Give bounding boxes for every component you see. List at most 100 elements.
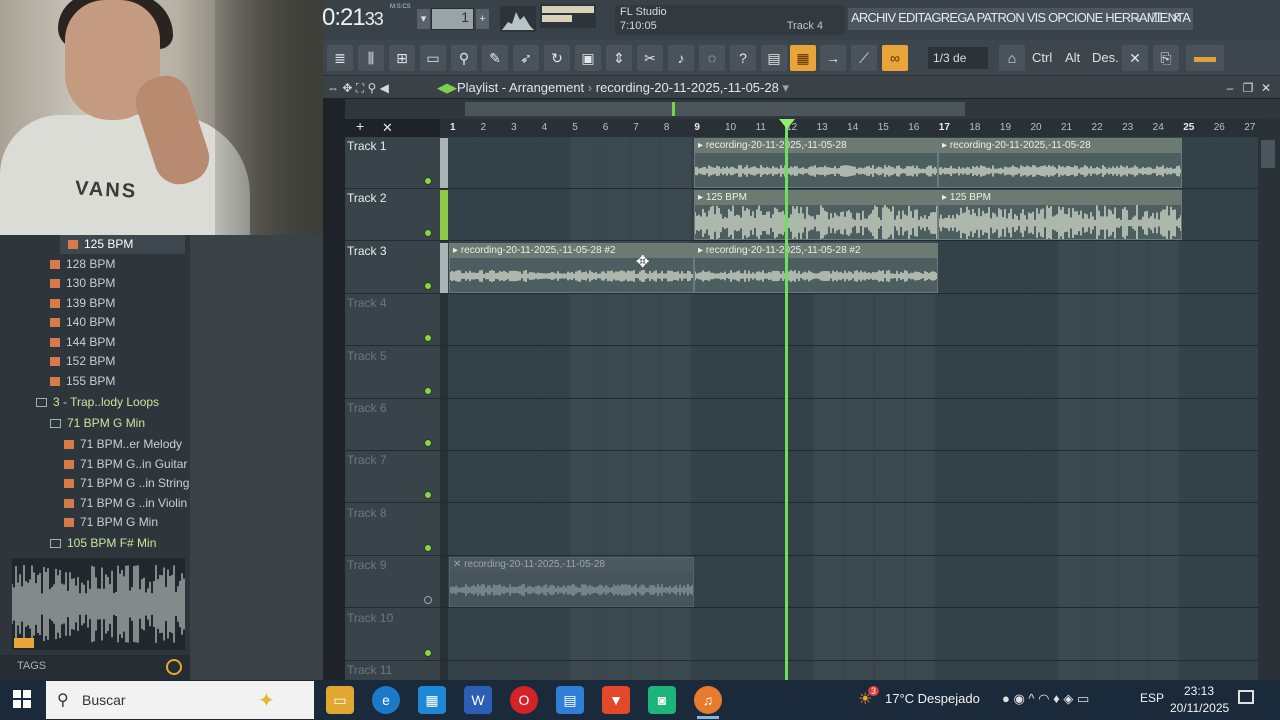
- windows-start-icon[interactable]: [13, 690, 31, 708]
- window-icon[interactable]: ▤: [761, 45, 787, 71]
- browser-file[interactable]: 144 BPM: [50, 333, 115, 352]
- browser-folder[interactable]: 71 BPM G Min: [50, 414, 145, 433]
- browser-file[interactable]: 155 BPM: [50, 372, 115, 391]
- mixer-icon[interactable]: ⫼: [358, 45, 384, 71]
- notifications-icon[interactable]: [1238, 690, 1254, 704]
- clip-header[interactable]: ▸ recording-20-11-2025,-11-05-28: [695, 139, 937, 153]
- clip-menu-icon[interactable]: ▸: [698, 192, 706, 203]
- scroll-thumb[interactable]: [465, 102, 965, 116]
- playlist-minimize[interactable]: –: [1222, 80, 1238, 96]
- track-name[interactable]: Track 8: [347, 506, 387, 520]
- restore-button[interactable]: ❐: [1149, 10, 1165, 26]
- browser-file[interactable]: 139 BPM: [50, 294, 115, 313]
- clip-menu-icon[interactable]: ▸: [942, 192, 950, 203]
- track-name[interactable]: Track 3: [347, 244, 387, 258]
- loop-icon[interactable]: ↻: [544, 45, 570, 71]
- audio-clip[interactable]: ✕ recording-20-11-2025,-11-05-28: [449, 557, 694, 607]
- clip-header[interactable]: ▸ recording-20-11-2025,-11-05-28: [939, 139, 1181, 153]
- clip-header[interactable]: ▸ recording-20-11-2025,-11-05-28 #2: [695, 244, 937, 258]
- microsoft-store-icon[interactable]: ▤: [556, 686, 584, 714]
- track-select-bar[interactable]: [440, 190, 448, 241]
- link-icon[interactable]: ∞: [882, 45, 908, 71]
- help-icon[interactable]: ?: [730, 45, 756, 71]
- track-mute-led[interactable]: [424, 281, 432, 290]
- browser-file[interactable]: 125 BPM: [60, 235, 185, 254]
- browser-folder[interactable]: 3 - Trap..lody Loops: [36, 393, 159, 412]
- vertical-scroll-thumb[interactable]: [1261, 140, 1275, 168]
- tempo-up-button[interactable]: +: [476, 9, 489, 29]
- chat-icon[interactable]: ◌: [699, 45, 725, 71]
- opera-icon[interactable]: O: [510, 686, 538, 714]
- browser-file[interactable]: 71 BPM..er Melody: [64, 435, 182, 454]
- paint-icon[interactable]: ➶: [513, 45, 539, 71]
- clipboard-icon[interactable]: ⎘: [1153, 45, 1179, 71]
- track-name[interactable]: Track 2: [347, 191, 387, 205]
- audio-clip[interactable]: ▸ recording-20-11-2025,-11-05-28 #2: [694, 243, 938, 293]
- clip-header[interactable]: ▸ 125 BPM: [695, 191, 937, 205]
- clock-date[interactable]: 20/11/2025: [1170, 701, 1229, 715]
- playlist-toggle-icon[interactable]: ▦: [790, 45, 816, 71]
- ctrl-key[interactable]: Ctrl: [1032, 48, 1052, 68]
- browser-file[interactable]: 130 BPM: [50, 274, 115, 293]
- shift-key[interactable]: Des.: [1092, 48, 1119, 68]
- tempo-down-button[interactable]: ▾: [417, 9, 430, 29]
- add-track-icon[interactable]: +: [356, 118, 364, 134]
- track-mute-led[interactable]: [424, 439, 432, 447]
- audio-clip[interactable]: ▸ recording-20-11-2025,-11-05-28: [694, 138, 938, 188]
- clip-header[interactable]: ▸ recording-20-11-2025,-11-05-28 #2: [450, 244, 693, 258]
- mixer-fader-icon[interactable]: ⇕: [606, 45, 632, 71]
- clock-time[interactable]: 23:13: [1184, 684, 1214, 698]
- color-picker-icon[interactable]: [1186, 45, 1224, 71]
- audio-clip[interactable]: ▸ 125 BPM: [694, 190, 938, 240]
- pattern-name[interactable]: recording-20-11-2025,-11-05-28: [596, 80, 779, 95]
- clip-header[interactable]: ▸ 125 BPM: [939, 191, 1181, 205]
- track-select-bar[interactable]: [440, 138, 448, 188]
- file-explorer-icon[interactable]: ▭: [326, 686, 354, 714]
- microphone-icon[interactable]: ♪: [668, 45, 694, 71]
- language-indicator[interactable]: ESP: [1140, 691, 1164, 705]
- browser-folder[interactable]: 105 BPM F# Min: [50, 534, 156, 553]
- browser-file[interactable]: 71 BPM G ..in Violin: [64, 494, 187, 513]
- plugin-icon[interactable]: ⚲: [451, 45, 477, 71]
- store-icon[interactable]: ▦: [418, 686, 446, 714]
- browser-file[interactable]: 71 BPM G ..in String: [64, 474, 189, 493]
- browser-file[interactable]: 71 BPM G Min: [64, 513, 158, 532]
- song-position[interactable]: 0:2133: [322, 4, 384, 32]
- playlist-restore[interactable]: ❐: [1240, 80, 1256, 96]
- playhead-marker[interactable]: [779, 119, 795, 129]
- remove-track-icon[interactable]: ✕: [382, 120, 393, 136]
- track-name[interactable]: Track 11: [347, 663, 392, 677]
- browser-icon[interactable]: ✎: [482, 45, 508, 71]
- clip-menu-icon[interactable]: ▸: [698, 245, 706, 256]
- track-mute-led[interactable]: [424, 177, 432, 185]
- clip-menu-icon[interactable]: ▸: [942, 140, 950, 151]
- search-icon[interactable]: [166, 659, 182, 675]
- track-name[interactable]: Track 6: [347, 401, 387, 415]
- vertical-scroll[interactable]: [1258, 119, 1280, 680]
- clip-menu-icon[interactable]: ▸: [453, 245, 461, 256]
- channel-rack-icon[interactable]: ⊞: [389, 45, 415, 71]
- tempo-field[interactable]: 1: [431, 8, 474, 30]
- edge-icon[interactable]: e: [372, 686, 400, 714]
- save-icon[interactable]: ▣: [575, 45, 601, 71]
- playlist-icon[interactable]: ≣: [327, 45, 353, 71]
- clip-menu-icon[interactable]: ▸: [698, 140, 706, 151]
- brave-icon[interactable]: ▼: [602, 686, 630, 714]
- piano-roll-icon[interactable]: ▭: [420, 45, 446, 71]
- audio-clip[interactable]: ▸ 125 BPM: [938, 190, 1182, 240]
- track-mute-led[interactable]: [424, 648, 432, 657]
- arrow-right-icon[interactable]: →: [820, 45, 846, 71]
- fl-studio-taskbar-icon[interactable]: ♫: [694, 686, 722, 714]
- playhead[interactable]: [785, 119, 788, 680]
- track-name[interactable]: Track 4: [347, 296, 387, 310]
- track-select-bar[interactable]: [440, 242, 448, 293]
- track-name[interactable]: Track 10: [347, 611, 393, 625]
- draw-icon[interactable]: ⟋: [851, 45, 877, 71]
- chat-app-icon[interactable]: ◙: [648, 686, 676, 714]
- word-icon[interactable]: W: [464, 686, 492, 714]
- track-mute-led[interactable]: [424, 543, 432, 552]
- alt-key[interactable]: Alt: [1065, 48, 1080, 68]
- track-name[interactable]: Track 5: [347, 349, 387, 363]
- minimize-button[interactable]: –: [1130, 10, 1146, 26]
- browser-file[interactable]: 152 BPM: [50, 352, 115, 371]
